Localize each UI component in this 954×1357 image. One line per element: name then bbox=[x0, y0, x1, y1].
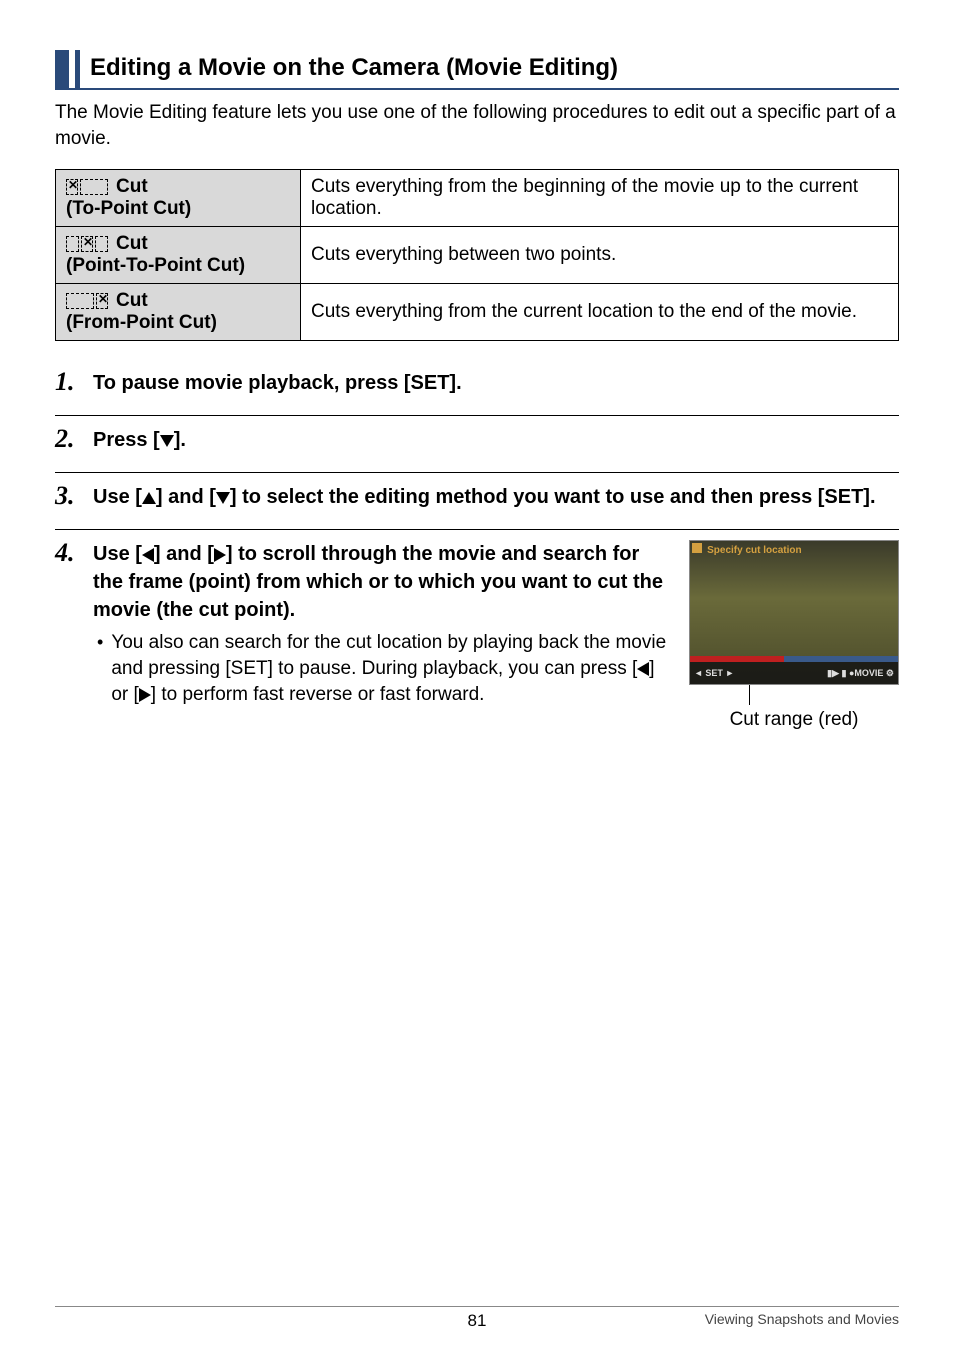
bullet-icon: • bbox=[97, 630, 103, 655]
cut-desc: Cuts everything from the beginning of th… bbox=[301, 170, 899, 227]
thumbnail-box: Specify cut location ◄ SET ► ▮▶ ▮ ●MOVIE… bbox=[689, 540, 899, 733]
text-prefix: Use [ bbox=[93, 543, 142, 565]
cut-sub: (Point-To-Point Cut) bbox=[66, 255, 290, 277]
step-3: 3. Use [ ] and [ ] to select the editing m… bbox=[55, 472, 899, 529]
thumbnail-banner: Specify cut location bbox=[692, 543, 806, 559]
text-mid: ] and [ bbox=[154, 543, 214, 565]
step-number: 2. bbox=[55, 426, 83, 452]
down-arrow-icon bbox=[216, 492, 230, 504]
left-arrow-icon bbox=[142, 548, 154, 562]
header-bar-thin bbox=[75, 50, 80, 88]
cut-methods-table: Cut (To-Point Cut) Cuts everything from … bbox=[55, 169, 899, 341]
text-mid: ] and [ bbox=[156, 486, 216, 508]
step-1: 1. To pause movie playback, press [SET]. bbox=[55, 369, 899, 415]
bullet-suffix: ] to perform fast reverse or fast forwar… bbox=[151, 684, 485, 705]
text-suffix: ]. bbox=[174, 429, 186, 451]
text-prefix: Use [ bbox=[93, 486, 142, 508]
step-body: Press []. bbox=[93, 426, 899, 454]
step-body: Use [] and [] to scroll through the movi… bbox=[93, 540, 899, 733]
cut-label-cell: Cut (Point-To-Point Cut) bbox=[56, 227, 301, 284]
table-row: Cut (To-Point Cut) Cuts everything from … bbox=[56, 170, 899, 227]
step-number: 3. bbox=[55, 483, 83, 509]
cut-word: Cut bbox=[116, 176, 148, 198]
cut-word: Cut bbox=[116, 233, 148, 255]
header-bar-thick bbox=[55, 50, 69, 88]
film-to-point-icon bbox=[66, 179, 110, 195]
table-row: Cut (From-Point Cut) Cuts everything fro… bbox=[56, 284, 899, 341]
step-body: Use [ ] and [ ] to select the editing meth… bbox=[93, 483, 899, 511]
footer-section-name: Viewing Snapshots and Movies bbox=[705, 1311, 899, 1327]
bullet-text: You also can search for the cut location… bbox=[111, 630, 671, 707]
text-suffix: ] to select the editing method you want … bbox=[230, 486, 876, 508]
section-header: Editing a Movie on the Camera (Movie Edi… bbox=[55, 50, 899, 90]
cut-sub: (To-Point Cut) bbox=[66, 198, 290, 220]
step-4: 4. Use [] and [] to scroll through the m… bbox=[55, 529, 899, 751]
right-arrow-icon bbox=[139, 688, 151, 702]
right-arrow-icon bbox=[214, 548, 226, 562]
bullet-prefix: You also can search for the cut location… bbox=[111, 632, 666, 679]
intro-text: The Movie Editing feature lets you use o… bbox=[55, 100, 899, 151]
page-footer: 81 Viewing Snapshots and Movies bbox=[55, 1306, 899, 1327]
cut-label-cell: Cut (To-Point Cut) bbox=[56, 170, 301, 227]
step-number: 4. bbox=[55, 540, 83, 566]
down-arrow-icon bbox=[160, 435, 174, 447]
section-title: Editing a Movie on the Camera (Movie Edi… bbox=[90, 50, 618, 88]
film-from-point-icon bbox=[66, 293, 110, 309]
cut-desc: Cuts everything from the current locatio… bbox=[301, 284, 899, 341]
cut-word: Cut bbox=[116, 290, 148, 312]
left-controls: ◄ SET ► bbox=[694, 667, 734, 680]
step-body: To pause movie playback, press [SET]. bbox=[93, 369, 899, 397]
cut-label-cell: Cut (From-Point Cut) bbox=[56, 284, 301, 341]
up-arrow-icon bbox=[142, 492, 156, 504]
film-point-to-point-icon bbox=[66, 236, 110, 252]
cut-desc: Cuts everything between two points. bbox=[301, 227, 899, 284]
page-number: 81 bbox=[468, 1311, 487, 1331]
movie-preview-thumbnail: Specify cut location ◄ SET ► ▮▶ ▮ ●MOVIE… bbox=[689, 540, 899, 685]
text-prefix: Press [ bbox=[93, 429, 160, 451]
step-2: 2. Press []. bbox=[55, 415, 899, 472]
pointer-line bbox=[749, 685, 750, 705]
thumbnail-controls: ◄ SET ► ▮▶ ▮ ●MOVIE ⚙ bbox=[690, 662, 898, 684]
table-row: Cut (Point-To-Point Cut) Cuts everything… bbox=[56, 227, 899, 284]
step-number: 1. bbox=[55, 369, 83, 395]
right-controls: ▮▶ ▮ ●MOVIE ⚙ bbox=[827, 667, 894, 680]
left-arrow-icon bbox=[637, 662, 649, 676]
cut-sub: (From-Point Cut) bbox=[66, 312, 290, 334]
thumbnail-caption: Cut range (red) bbox=[689, 707, 899, 733]
